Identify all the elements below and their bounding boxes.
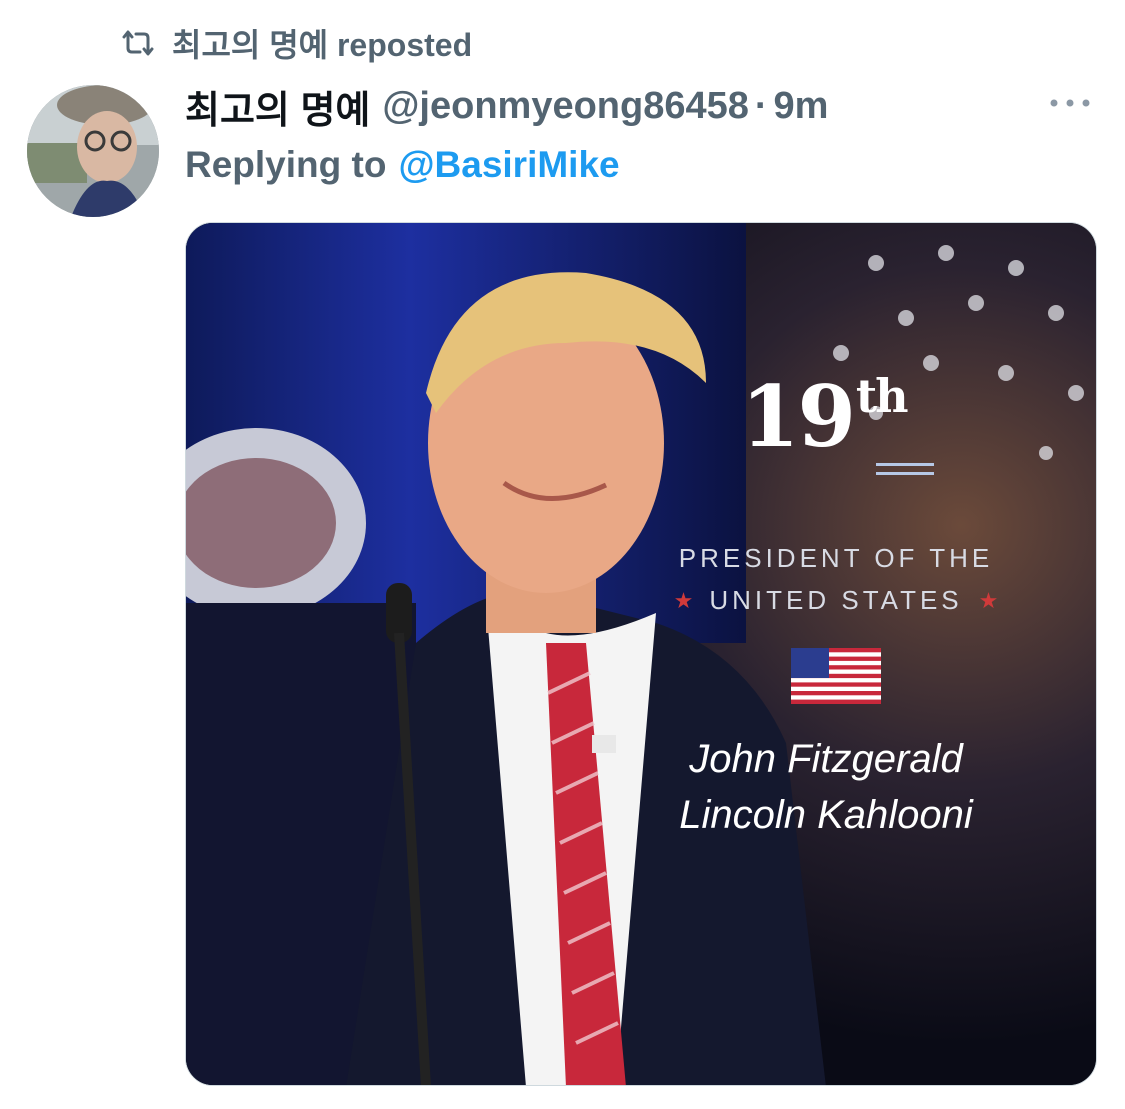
repost-indicator: 최고의 명예 reposted	[118, 22, 472, 64]
timestamp[interactable]: 9m	[774, 85, 829, 128]
ordinal-number: 19	[741, 367, 856, 466]
ordinal-suffix: th	[855, 369, 909, 423]
title-line-1: PRESIDENT OF THE	[678, 543, 994, 573]
title-line-2: ★ UNITED STATES ★	[656, 585, 1016, 616]
name-line-1: John Fitzgerald	[689, 737, 963, 781]
image-background	[186, 223, 1096, 1085]
more-options-icon	[1048, 95, 1092, 113]
name-line-2: Lincoln Kahlooni	[679, 793, 973, 837]
tweet-header: 최고의 명예 @jeonmyeong86458 · 9m	[185, 80, 828, 132]
replying-to-label: Replying to	[185, 144, 387, 185]
separator-dot: ·	[754, 84, 768, 127]
star-icon: ★	[978, 587, 999, 613]
display-name[interactable]: 최고의 명예	[185, 79, 370, 134]
repost-icon	[118, 28, 158, 58]
star-icon: ★	[673, 587, 694, 613]
user-handle[interactable]: @jeonmyeong86458	[382, 85, 749, 128]
more-options-button[interactable]	[1040, 82, 1100, 126]
ordinal-underline	[876, 463, 934, 481]
repost-label[interactable]: 최고의 명예 reposted	[172, 20, 472, 66]
replying-to: Replying to @BasiriMike	[185, 140, 620, 190]
user-avatar[interactable]	[27, 85, 159, 217]
tweet-image[interactable]: 19th PRESIDENT OF THE ★ UNITED STATES ★ …	[185, 222, 1097, 1086]
ordinal-heading: 19th	[741, 373, 909, 459]
reply-handle-link[interactable]: @BasiriMike	[398, 144, 619, 186]
title-line-2-text: UNITED STATES	[709, 585, 963, 615]
us-flag-icon	[791, 648, 881, 709]
